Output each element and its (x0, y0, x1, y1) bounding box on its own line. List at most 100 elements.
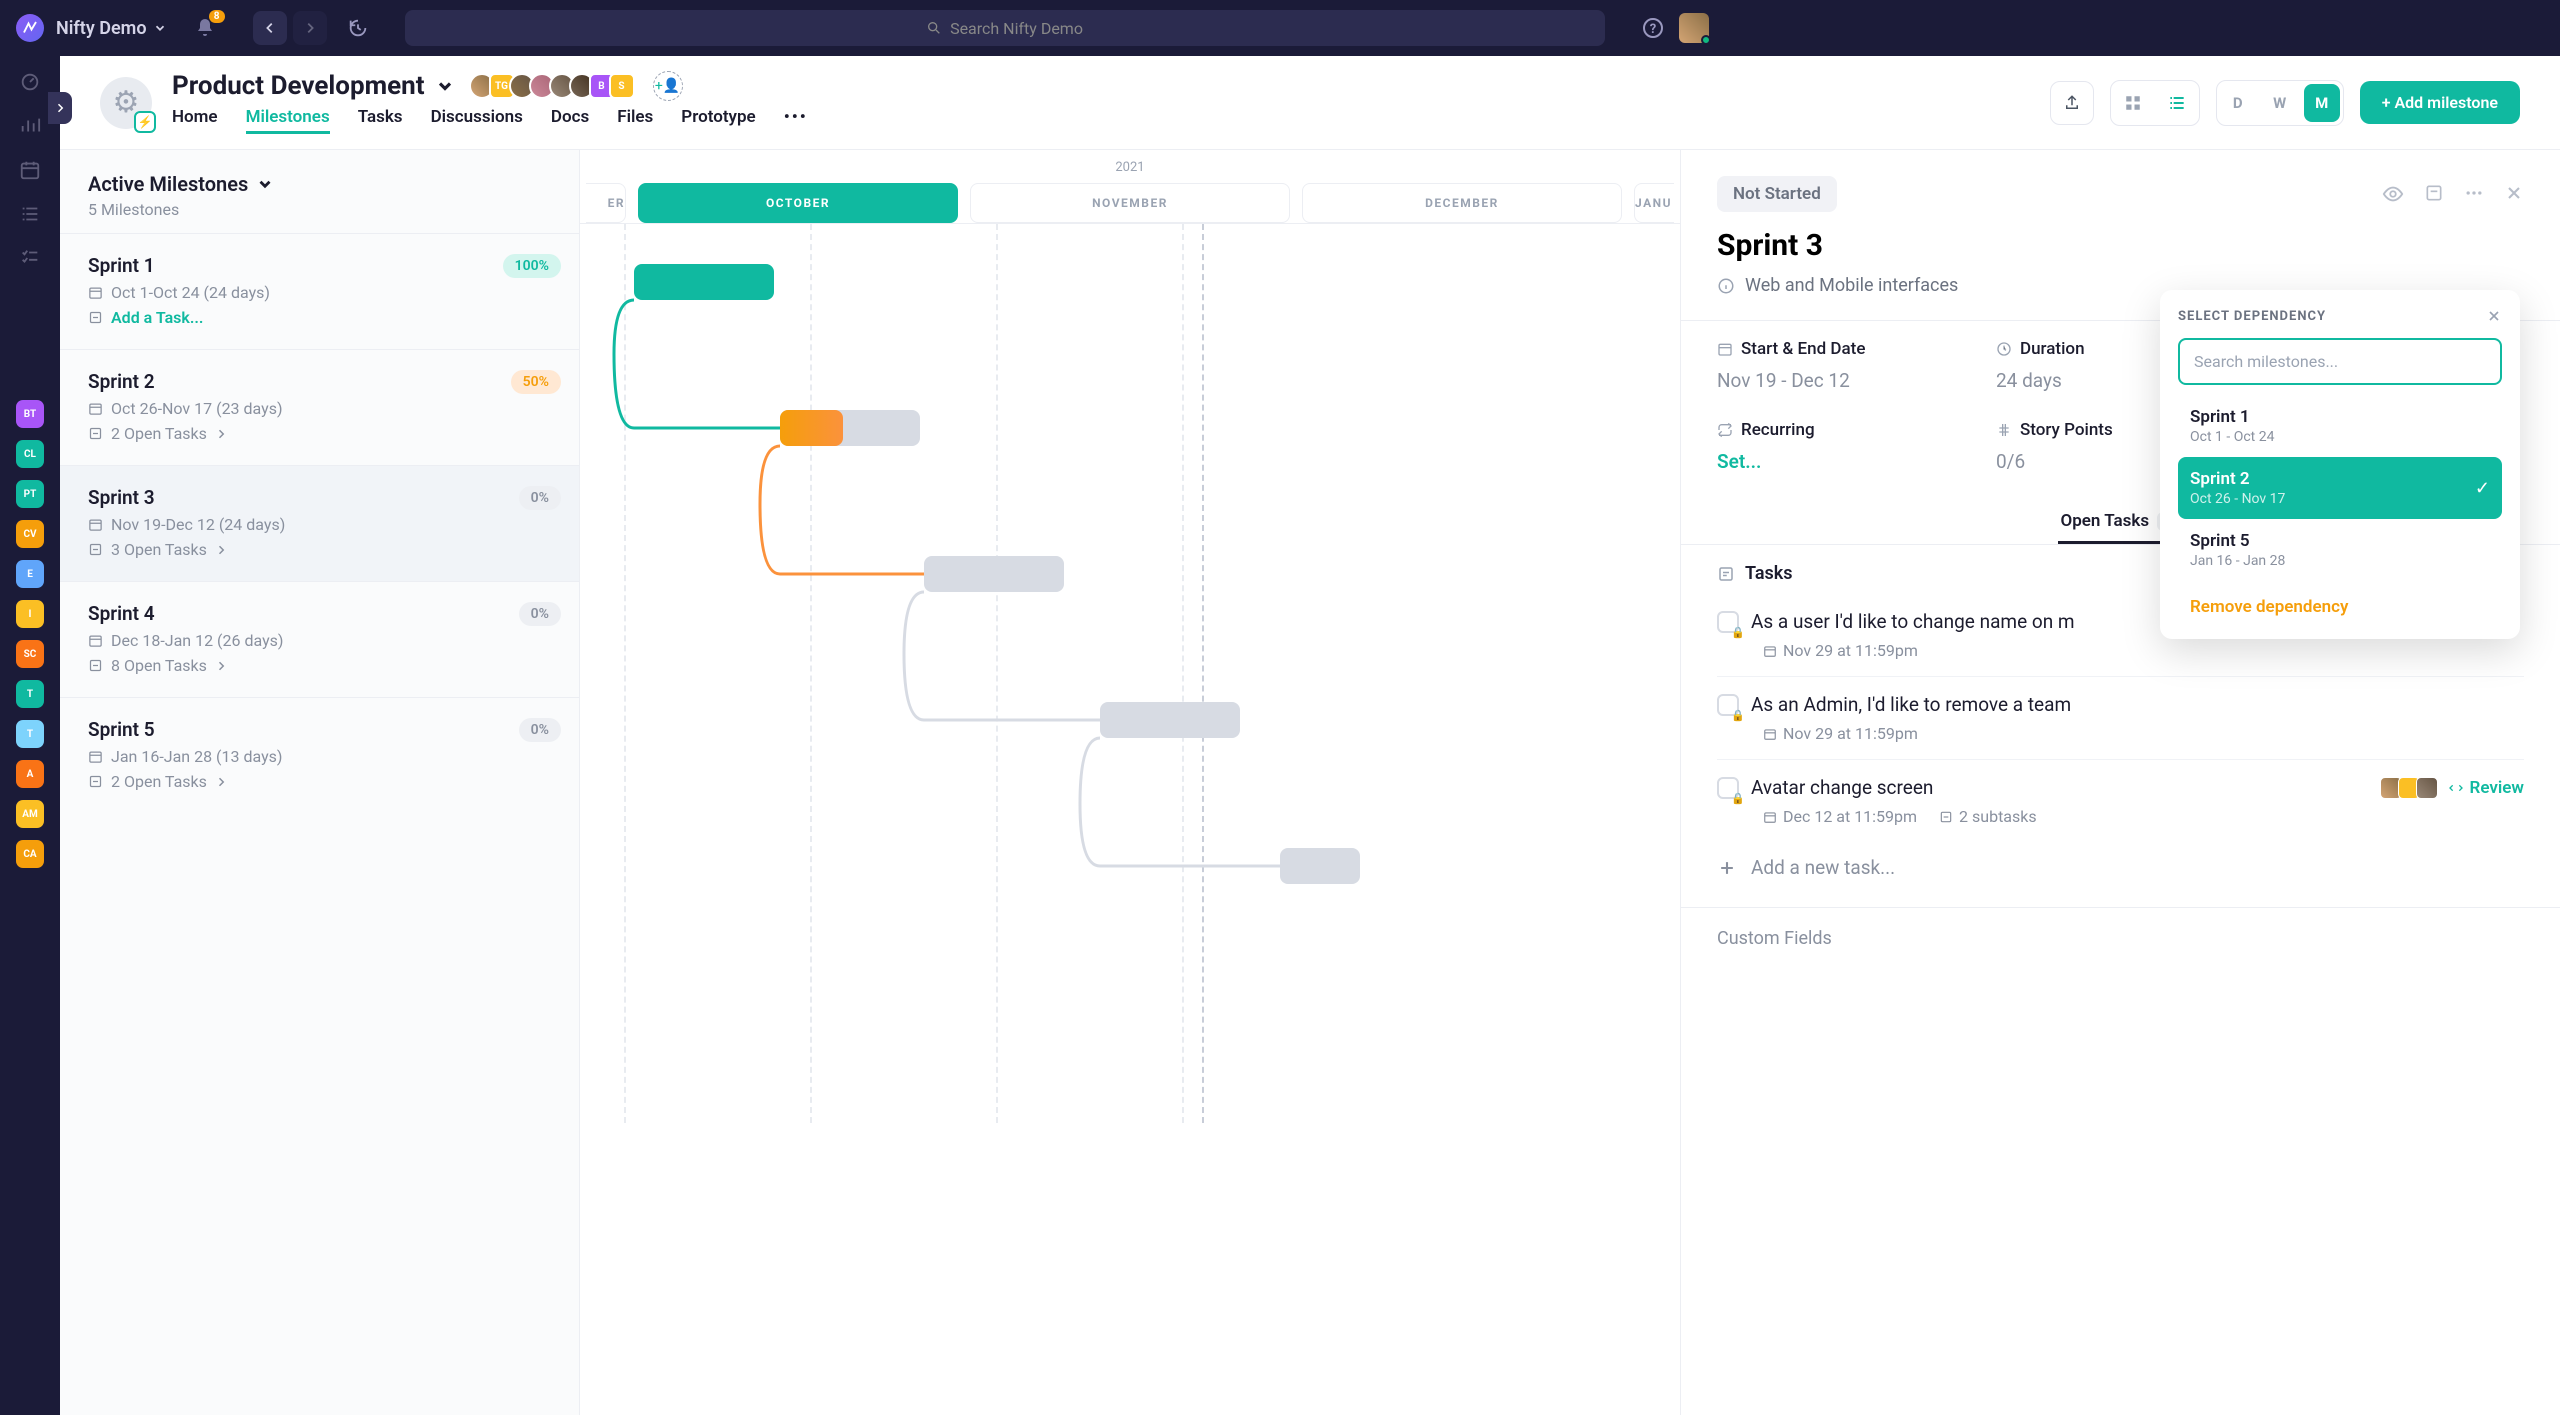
gantt-year: 2021 (580, 150, 1680, 175)
milestone-item[interactable]: Sprint 5Jan 16-Jan 28 (13 days)2 Open Ta… (60, 697, 579, 813)
gantt-month[interactable]: ER (586, 183, 626, 223)
project-tab-files[interactable]: Files (617, 107, 653, 134)
add-milestone-button[interactable]: + Add milestone (2360, 81, 2520, 124)
milestone-dates: Oct 26-Nov 17 (23 days) (111, 399, 283, 418)
review-button[interactable]: Review (2448, 778, 2524, 798)
field-dates[interactable]: Start & End Date Nov 19 - Dec 12 (1717, 339, 1966, 392)
notifications-button[interactable]: 8 (193, 16, 217, 40)
project-members[interactable]: TG B S (475, 73, 635, 99)
milestone-title[interactable]: Sprint 3 (1681, 212, 2560, 267)
calendar-icon (1717, 341, 1733, 357)
gantt-bar-sprint1[interactable] (634, 264, 774, 300)
workspace-chip[interactable]: PT (16, 480, 44, 508)
sidebar-subtitle: 5 Milestones (88, 200, 551, 219)
task-assignees[interactable] (2384, 777, 2438, 799)
rail-calendar[interactable] (18, 158, 42, 182)
sidebar-title[interactable]: Active Milestones (88, 172, 551, 196)
share-button[interactable] (2050, 81, 2094, 125)
dep-option[interactable]: Sprint 2Oct 26 - Nov 17✓ (2178, 457, 2502, 519)
gantt-bar-sprint2[interactable] (780, 410, 920, 446)
global-search[interactable]: Search Nifty Demo (405, 10, 1605, 46)
workspace-chip[interactable]: T (16, 680, 44, 708)
project-tab-tasks[interactable]: Tasks (358, 107, 403, 134)
milestone-item[interactable]: Sprint 3Nov 19-Dec 12 (24 days)3 Open Ta… (60, 465, 579, 581)
task-item[interactable]: 🔒As an Admin, I'd like to remove a teamN… (1717, 676, 2524, 759)
milestone-dates: Jan 16-Jan 28 (13 days) (111, 747, 282, 766)
app-logo[interactable] (16, 14, 44, 42)
close-button[interactable] (2504, 183, 2524, 205)
dep-option[interactable]: Sprint 1Oct 1 - Oct 24 (2178, 395, 2502, 457)
list-view-button[interactable] (2155, 81, 2199, 125)
dep-option[interactable]: Sprint 5Jan 16 - Jan 28 (2178, 519, 2502, 581)
task-subtasks: 2 subtasks (1959, 807, 2037, 826)
task-checkbox[interactable]: 🔒 (1717, 777, 1739, 799)
milestone-item[interactable]: Sprint 4Dec 18-Jan 12 (26 days)8 Open Ta… (60, 581, 579, 697)
gantt-bar-sprint5[interactable] (1280, 848, 1360, 884)
gantt-bar-sprint4[interactable] (1100, 702, 1240, 738)
workspace-chip[interactable]: CA (16, 840, 44, 868)
milestone-item[interactable]: Sprint 2Oct 26-Nov 17 (23 days)2 Open Ta… (60, 349, 579, 465)
archive-button[interactable] (2424, 183, 2444, 205)
workspace-chip[interactable]: E (16, 560, 44, 588)
milestone-subline[interactable]: 2 Open Tasks (111, 424, 207, 443)
project-tab-milestones[interactable]: Milestones (246, 107, 330, 134)
field-recurring[interactable]: Recurring Set... (1717, 420, 1966, 473)
workspace-chip[interactable]: CL (16, 440, 44, 468)
add-task-button[interactable]: Add a new task... (1717, 856, 2524, 879)
add-member-button[interactable]: +👤 (653, 71, 683, 101)
workspace-chip[interactable]: I (16, 600, 44, 628)
rail-list[interactable] (18, 202, 42, 226)
nav-forward-button[interactable] (293, 11, 327, 45)
workspace-chip[interactable]: A (16, 760, 44, 788)
task-item[interactable]: 🔒Avatar change screenReviewDec 12 at 11:… (1717, 759, 2524, 842)
gantt-month[interactable]: JANU (1634, 183, 1674, 223)
milestone-item[interactable]: Sprint 1Oct 1-Oct 24 (24 days)Add a Task… (60, 233, 579, 349)
project-tab-docs[interactable]: Docs (551, 107, 589, 134)
day-button[interactable]: D (2217, 81, 2259, 125)
project-tab-prototype[interactable]: Prototype (681, 107, 755, 134)
task-checkbox[interactable]: 🔒 (1717, 694, 1739, 716)
rail-analytics[interactable] (18, 114, 42, 138)
history-button[interactable] (347, 17, 369, 39)
more-button[interactable] (2464, 183, 2484, 205)
workspace-chip[interactable]: T (16, 720, 44, 748)
workspace-chip[interactable]: BT (16, 400, 44, 428)
view-switcher (2110, 80, 2200, 126)
workspace-switcher[interactable]: Nifty Demo (56, 18, 167, 39)
milestone-subline[interactable]: Add a Task... (111, 308, 203, 327)
help-button[interactable]: ? (1641, 16, 1665, 40)
gantt-bar-sprint3[interactable] (924, 556, 1064, 592)
project-tab-home[interactable]: Home (172, 107, 218, 134)
gantt-month[interactable]: DECEMBER (1302, 183, 1622, 223)
project-tab-discussions[interactable]: Discussions (431, 107, 523, 134)
remove-dependency-button[interactable]: Remove dependency (2178, 593, 2502, 621)
gantt-chart[interactable]: 2021 ER OCTOBER NOVEMBER DECEMBER JANU (580, 150, 1680, 1415)
user-avatar[interactable] (1679, 13, 1709, 43)
workspace-chip[interactable]: CV (16, 520, 44, 548)
watch-button[interactable] (2382, 183, 2404, 205)
dependency-popup: SELECT DEPENDENCY Sprint 1Oct 1 - Oct 24… (2160, 290, 2520, 639)
custom-fields-section[interactable]: Custom Fields (1681, 907, 2560, 949)
project-tab-more[interactable]: ••• (784, 107, 808, 134)
chevron-down-icon[interactable] (435, 76, 455, 96)
month-button[interactable]: M (2304, 84, 2340, 122)
milestone-subline[interactable]: 3 Open Tasks (111, 540, 207, 559)
milestone-subline[interactable]: 2 Open Tasks (111, 772, 207, 791)
project-icon[interactable]: ⚡ (100, 77, 152, 129)
task-date: Dec 12 at 11:59pm (1783, 807, 1917, 826)
workspace-chip[interactable]: AM (16, 800, 44, 828)
gantt-month[interactable]: NOVEMBER (970, 183, 1290, 223)
nav-back-button[interactable] (253, 11, 287, 45)
task-checkbox[interactable]: 🔒 (1717, 611, 1739, 633)
workspace-chip[interactable]: SC (16, 640, 44, 668)
grid-view-button[interactable] (2111, 81, 2155, 125)
milestone-subline[interactable]: 8 Open Tasks (111, 656, 207, 675)
project-title[interactable]: Product Development (172, 71, 425, 101)
dep-search-input[interactable] (2178, 338, 2502, 385)
gantt-month[interactable]: OCTOBER (638, 183, 958, 223)
status-badge[interactable]: Not Started (1717, 176, 1837, 212)
rail-tasks[interactable] (18, 246, 42, 270)
rail-dashboard[interactable] (18, 70, 42, 94)
week-button[interactable]: W (2259, 81, 2301, 125)
dep-popup-close[interactable] (2486, 308, 2502, 324)
